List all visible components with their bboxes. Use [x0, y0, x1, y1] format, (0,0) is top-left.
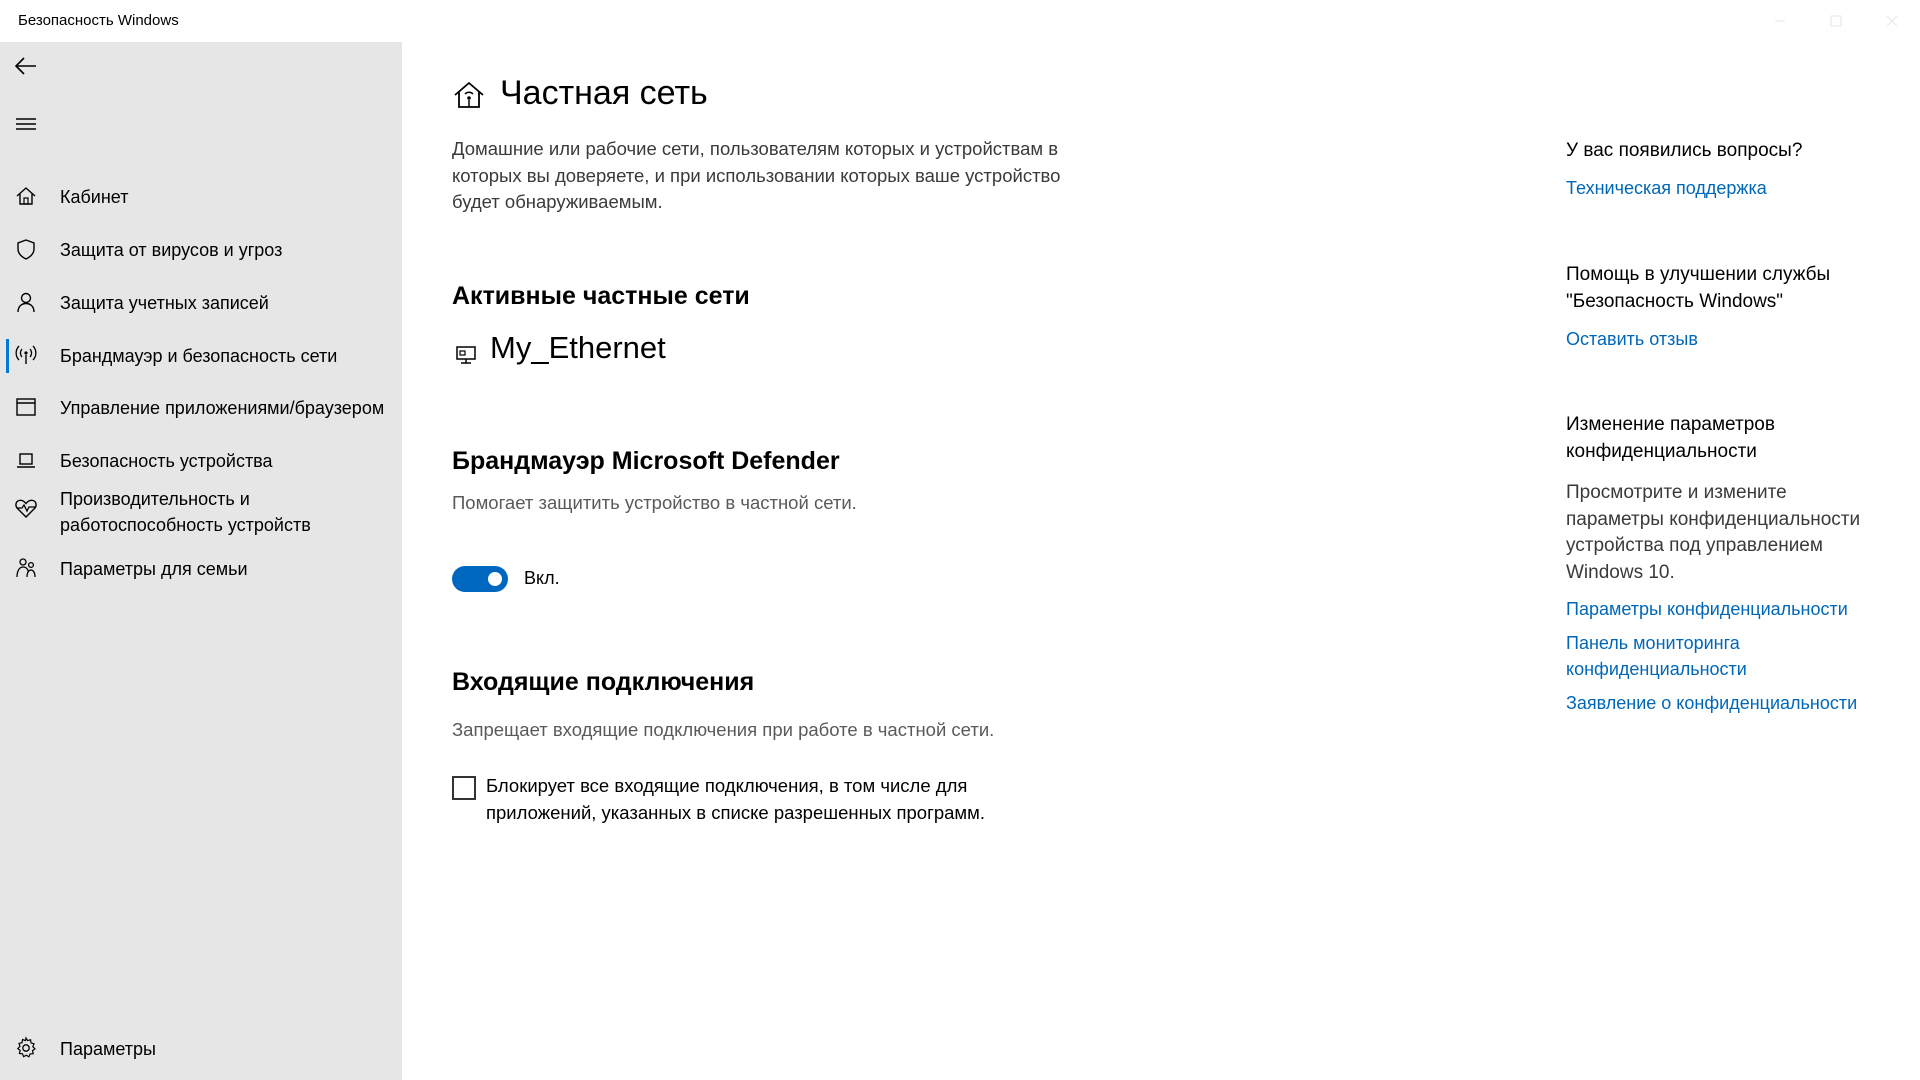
sidebar-item-label-line1: Производительность и — [60, 489, 250, 509]
page-description: Домашние или рабочие сети, пользователям… — [452, 138, 1061, 212]
sidebar-item-label: Производительность и работоспособность у… — [60, 486, 311, 538]
app-title: Безопасность Windows — [18, 12, 179, 29]
sidebar-item-firewall[interactable]: Брандмауэр и безопасность сети — [0, 336, 402, 376]
close-button[interactable] — [1864, 0, 1920, 42]
hamburger-icon — [16, 118, 36, 130]
privacy-heading: Изменение параметров конфиденциальности — [1566, 414, 1775, 462]
sidebar-item-label: Защита от вирусов и угроз — [60, 240, 283, 260]
right-panel: У вас появились вопросы? Техническая под… — [1566, 42, 1906, 1080]
sidebar-item-family-options[interactable]: Параметры для семьи — [0, 550, 402, 590]
ethernet-monitor-icon — [454, 342, 480, 368]
sidebar-item-settings[interactable]: Параметры — [0, 1030, 402, 1070]
sidebar-item-label: Безопасность устройства — [60, 451, 273, 471]
gear-icon — [14, 1036, 38, 1060]
laptop-icon — [14, 448, 38, 472]
sidebar-item-label: Параметры — [60, 1039, 156, 1059]
back-button[interactable] — [12, 52, 40, 80]
antenna-icon — [14, 343, 38, 367]
maximize-icon — [1830, 15, 1842, 27]
sidebar-item-home[interactable]: Кабинет — [0, 178, 402, 218]
sidebar-item-virus-protection[interactable]: Защита от вирусов и угроз — [0, 231, 402, 271]
page-title: Частная сеть — [500, 74, 708, 112]
main-content: Частная сеть Домашние или рабочие сети, … — [402, 42, 1502, 1080]
back-arrow-icon — [14, 57, 36, 75]
firewall-toggle[interactable] — [452, 566, 508, 592]
privacy-description: Просмотрите и измените параметры конфиде… — [1566, 482, 1861, 583]
close-icon — [1886, 15, 1898, 27]
hamburger-menu-button[interactable] — [12, 110, 40, 138]
firewall-heading: Брандмауэр Microsoft Defender — [452, 447, 840, 475]
privacy-statement-link[interactable]: Заявление о конфиденциальности — [1566, 690, 1886, 716]
sidebar: Кабинет Защита от вирусов и угроз Защита… — [0, 42, 402, 1080]
incoming-connections-description: Запрещает входящие подключения при работ… — [452, 719, 995, 740]
sidebar-item-device-performance[interactable]: Производительность и работоспособность у… — [0, 482, 402, 540]
sidebar-item-device-security[interactable]: Безопасность устройства — [0, 442, 402, 482]
firewall-description: Помогает защитить устройство в частной с… — [452, 492, 857, 513]
window-controls — [1752, 0, 1920, 42]
sidebar-item-label: Параметры для семьи — [60, 559, 248, 579]
home-icon — [14, 184, 38, 208]
title-bar: Безопасность Windows — [0, 0, 1920, 42]
heart-pulse-icon — [14, 496, 38, 520]
shield-icon — [14, 237, 38, 261]
sidebar-item-label: Управление приложениями/браузером — [60, 398, 385, 418]
incoming-connections-heading: Входящие подключения — [452, 668, 755, 696]
toggle-knob — [488, 572, 502, 586]
improve-heading: Помощь в улучшении службы "Безопасность … — [1566, 264, 1831, 312]
support-link[interactable]: Техническая поддержка — [1566, 175, 1886, 201]
sidebar-item-label: Защита учетных записей — [60, 293, 269, 313]
minimize-button[interactable] — [1752, 0, 1808, 42]
block-all-checkbox-label[interactable]: Блокирует все входящие подключения, в то… — [486, 773, 1046, 826]
home-network-icon — [452, 78, 486, 112]
minimize-icon — [1775, 20, 1785, 22]
maximize-button[interactable] — [1808, 0, 1864, 42]
active-indicator — [6, 339, 9, 373]
feedback-link[interactable]: Оставить отзыв — [1566, 326, 1886, 352]
active-networks-heading: Активные частные сети — [452, 282, 750, 310]
questions-heading: У вас появились вопросы? — [1566, 140, 1803, 161]
family-icon — [14, 556, 38, 580]
person-icon — [14, 290, 38, 314]
network-name: My_Ethernet — [490, 330, 666, 365]
privacy-settings-link[interactable]: Параметры конфиденциальности — [1566, 596, 1886, 622]
browser-window-icon — [14, 395, 38, 419]
block-all-checkbox[interactable] — [452, 776, 476, 800]
privacy-dashboard-link[interactable]: Панель мониторинга конфиденциальности — [1566, 630, 1766, 682]
sidebar-item-label-line2: работоспособность устройств — [60, 515, 311, 535]
sidebar-item-account-protection[interactable]: Защита учетных записей — [0, 284, 402, 324]
sidebar-item-label: Кабинет — [60, 187, 129, 207]
sidebar-item-app-browser-control[interactable]: Управление приложениями/браузером — [0, 389, 402, 429]
sidebar-item-label: Брандмауэр и безопасность сети — [60, 346, 338, 366]
firewall-toggle-label: Вкл. — [524, 568, 560, 588]
